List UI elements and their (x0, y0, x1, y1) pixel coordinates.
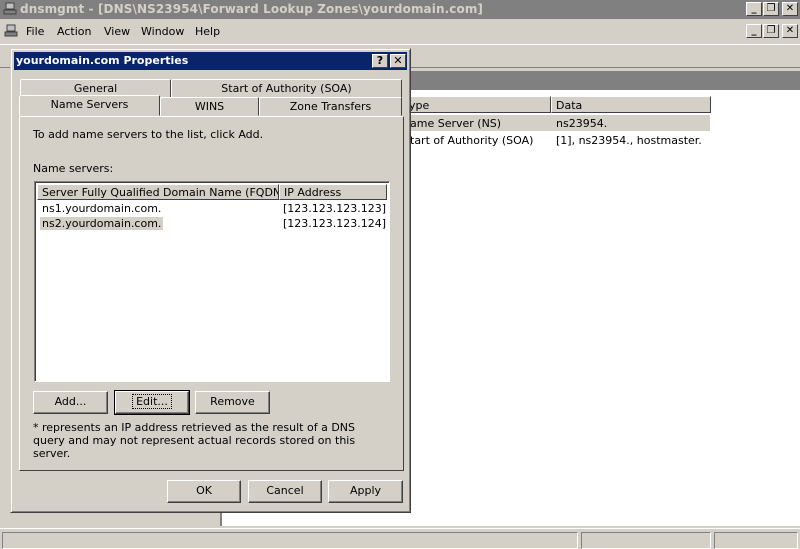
server-fqdn: ns2.yourdomain.com. (40, 217, 164, 230)
instruction-text: To add name servers to the list, click A… (33, 128, 264, 141)
server-fqdn: ns1.yourdomain.com. (42, 202, 162, 215)
column-header-ip[interactable]: IP Address (279, 184, 387, 200)
menu-help[interactable]: Help (195, 25, 220, 38)
ok-button[interactable]: OK (167, 480, 241, 503)
status-bar (0, 528, 800, 549)
tab-zone-transfers[interactable]: Zone Transfers (259, 97, 402, 116)
apply-button[interactable]: Apply (328, 480, 403, 503)
menu-action[interactable]: Action (57, 25, 91, 38)
status-cell (581, 532, 711, 549)
column-header-data[interactable]: Data (551, 96, 711, 113)
tab-wins[interactable]: WINS (160, 97, 259, 116)
menu-file[interactable]: File (26, 25, 44, 38)
list-item[interactable]: ns2.yourdomain.com. [123.123.123.124] (39, 217, 387, 231)
edit-button-label: Edit... (132, 394, 172, 409)
properties-dialog: yourdomain.com Properties ? ✕ General St… (10, 48, 411, 513)
console-icon[interactable] (4, 24, 18, 38)
menu-bar: File Action View Window Help _ ❐ ✕ (0, 20, 800, 44)
record-type[interactable]: tart of Authority (SOA) (410, 134, 533, 147)
cancel-button[interactable]: Cancel (248, 480, 322, 503)
dialog-close-button[interactable]: ✕ (390, 54, 406, 68)
record-data: [1], ns23954., hostmaster. (556, 134, 702, 147)
menu-window[interactable]: Window (141, 25, 184, 38)
help-button[interactable]: ? (372, 54, 388, 68)
pane-header (404, 71, 800, 91)
restore-button[interactable]: ❐ (763, 2, 779, 16)
record-data: ns23954. (556, 117, 608, 130)
column-header-fqdn[interactable]: Server Fully Qualified Domain Name (FQDN… (37, 184, 279, 200)
add-button[interactable]: Add... (33, 391, 108, 414)
tab-name-servers[interactable]: Name Servers (19, 95, 160, 116)
close-button[interactable]: ✕ (782, 2, 798, 16)
child-restore-button[interactable]: ❐ (763, 24, 779, 38)
window-title: dnsmgmt - [DNS\NS23954\Forward Lookup Zo… (20, 2, 484, 16)
dialog-title: yourdomain.com Properties (16, 54, 189, 67)
remove-button[interactable]: Remove (195, 391, 270, 414)
menu-view[interactable]: View (104, 25, 130, 38)
dns-app-icon (3, 2, 17, 15)
name-servers-label: Name servers: (33, 162, 114, 175)
record-type[interactable]: ame Server (NS) (410, 117, 501, 130)
status-cell (2, 532, 578, 549)
minimize-button[interactable]: _ (746, 2, 762, 16)
name-servers-list[interactable]: Server Fully Qualified Domain Name (FQDN… (34, 181, 390, 382)
status-cell (714, 532, 798, 549)
list-item[interactable]: ns1.yourdomain.com. [123.123.123.123] (39, 202, 387, 216)
window-titlebar: dnsmgmt - [DNS\NS23954\Forward Lookup Zo… (0, 0, 800, 19)
server-ip: [123.123.123.123] (283, 202, 387, 215)
child-minimize-button[interactable]: _ (746, 24, 762, 38)
column-header-type[interactable]: ype (404, 96, 551, 113)
child-close-button[interactable]: ✕ (782, 24, 798, 38)
tab-soa[interactable]: Start of Authority (SOA) (171, 79, 402, 98)
server-ip: [123.123.123.124] (283, 217, 387, 230)
edit-button[interactable]: Edit... (114, 390, 190, 415)
footnote-text: * represents an IP address retrieved as … (33, 421, 356, 460)
dialog-titlebar[interactable]: yourdomain.com Properties ? ✕ (14, 52, 407, 70)
